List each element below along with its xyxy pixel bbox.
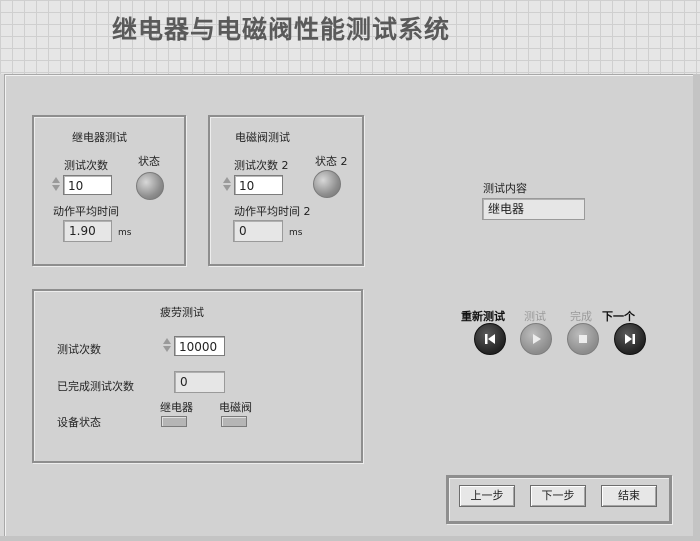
valve-status-indicator <box>221 416 247 427</box>
spinner-up-icon[interactable] <box>52 177 60 183</box>
relay-avg-time-label: 动作平均时间 <box>53 205 119 218</box>
relay-count-spinner[interactable] <box>51 175 61 197</box>
relay-count-input[interactable]: 10 <box>63 175 112 195</box>
fatigue-test-title: 疲劳测试 <box>160 306 204 319</box>
spinner-down-icon[interactable] <box>223 185 231 191</box>
test-content-label: 测试内容 <box>483 182 527 195</box>
stop-icon <box>579 335 587 343</box>
valve-test-title: 电磁阀测试 <box>235 131 290 144</box>
play-icon <box>533 334 541 344</box>
relay-status-label: 状态 <box>138 155 160 168</box>
done-button[interactable] <box>567 323 599 355</box>
fatigue-count-input[interactable]: 10000 <box>174 336 225 356</box>
valve-avg-time-label: 动作平均时间 2 <box>234 205 311 218</box>
spinner-up-icon[interactable] <box>223 177 231 183</box>
test-button[interactable] <box>520 323 552 355</box>
relay-count-label: 测试次数 <box>64 159 108 172</box>
next-one-label: 下一个 <box>602 310 635 323</box>
valve-status-label: 状态 2 <box>315 155 348 168</box>
fatigue-count-spinner[interactable] <box>162 336 172 358</box>
relay-status-indicator <box>161 416 187 427</box>
test-content-value: 继电器 <box>482 198 585 220</box>
done-label: 完成 <box>570 310 592 323</box>
next-step-button[interactable]: 下一步 <box>530 485 586 507</box>
test-label: 测试 <box>524 310 546 323</box>
relay-indicator-label: 继电器 <box>160 401 193 414</box>
valve-status-led <box>313 170 341 198</box>
skip-forward-icon <box>625 334 635 344</box>
prev-step-button[interactable]: 上一步 <box>459 485 515 507</box>
relay-status-led <box>136 172 164 200</box>
valve-count-spinner[interactable] <box>222 175 232 197</box>
relay-avg-time-value: 1.90 <box>63 220 112 242</box>
relay-unit-label: ms <box>118 228 132 238</box>
valve-avg-time-value: 0 <box>233 220 283 242</box>
valve-indicator-label: 电磁阀 <box>219 401 252 414</box>
fatigue-completed-label: 已完成测试次数 <box>57 380 134 393</box>
fatigue-completed-value: 0 <box>174 371 225 393</box>
fatigue-count-label: 测试次数 <box>57 343 101 356</box>
next-one-button[interactable] <box>614 323 646 355</box>
panel-edge <box>693 74 700 541</box>
spinner-down-icon[interactable] <box>52 185 60 191</box>
restart-label: 重新测试 <box>461 310 505 323</box>
spinner-down-icon[interactable] <box>163 346 171 352</box>
restart-button[interactable] <box>474 323 506 355</box>
valve-count-label: 测试次数 2 <box>234 159 289 172</box>
skip-back-icon <box>485 334 495 344</box>
valve-count-input[interactable]: 10 <box>234 175 283 195</box>
device-status-label: 设备状态 <box>57 416 101 429</box>
panel-bottom-edge <box>0 536 700 541</box>
app-title: 继电器与电磁阀性能测试系统 <box>112 15 451 44</box>
valve-unit-label: ms <box>289 228 303 238</box>
spinner-up-icon[interactable] <box>163 338 171 344</box>
relay-test-title: 继电器测试 <box>72 131 127 144</box>
finish-button[interactable]: 结束 <box>601 485 657 507</box>
